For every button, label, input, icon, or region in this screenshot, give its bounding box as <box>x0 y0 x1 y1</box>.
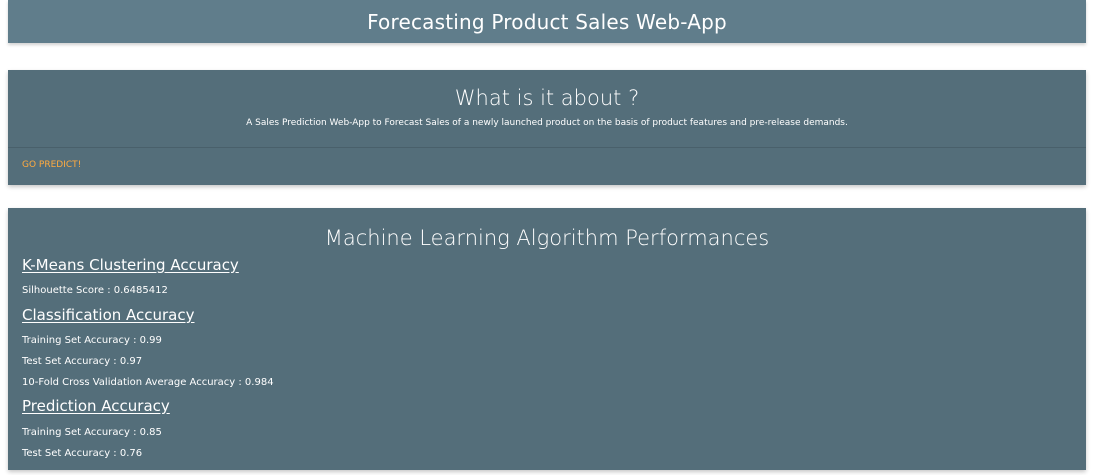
about-card: What is it about ? A Sales Prediction We… <box>8 70 1086 185</box>
prediction-heading: Prediction Accuracy <box>22 397 170 415</box>
go-predict-link[interactable]: GO PREDICT! <box>22 160 81 170</box>
prediction-training-accuracy: Training Set Accuracy : 0.85 <box>22 427 162 438</box>
classification-training-accuracy: Training Set Accuracy : 0.99 <box>22 335 162 346</box>
app-header: Forecasting Product Sales Web-App <box>8 0 1086 43</box>
cross-validation-accuracy: 10-Fold Cross Validation Average Accurac… <box>22 377 274 388</box>
silhouette-score: Silhouette Score : 0.6485412 <box>22 285 168 296</box>
about-title: What is it about ? <box>454 86 640 110</box>
kmeans-heading: K-Means Clustering Accuracy <box>22 256 239 274</box>
card-action-divider <box>8 147 1086 148</box>
about-description: A Sales Prediction Web-App to Forecast S… <box>246 118 848 128</box>
app-title: Forecasting Product Sales Web-App <box>367 10 727 34</box>
performance-card: Machine Learning Algorithm Performances … <box>8 208 1086 470</box>
classification-test-accuracy: Test Set Accuracy : 0.97 <box>22 356 143 367</box>
prediction-test-accuracy: Test Set Accuracy : 0.76 <box>22 448 143 459</box>
classification-heading: Classification Accuracy <box>22 306 195 324</box>
performance-title: Machine Learning Algorithm Performances <box>324 226 770 250</box>
